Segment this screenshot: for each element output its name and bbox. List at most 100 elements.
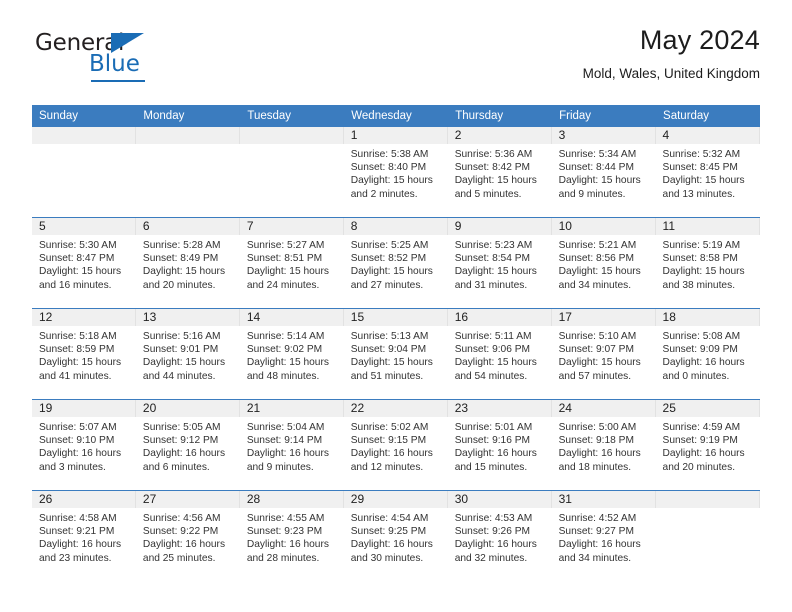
day-number: 30 [447, 491, 552, 508]
sunrise-text: Sunrise: 5:38 AM [350, 149, 429, 160]
calendar-day-cell[interactable]: 6 Sunrise: 5:28 AM Sunset: 8:49 PM Daylight… [135, 217, 240, 309]
sunset-text: Sunset: 8:49 PM [142, 253, 219, 265]
sunset-text: Sunset: 8:54 PM [454, 253, 531, 265]
day-cell-inner: 22 Sunrise: 5:02 AM Sunset: 9:15 PM Dayligh… [343, 400, 448, 490]
calendar-day-cell[interactable]: 14 Sunrise: 5:14 AM Sunset: 9:02 PM Dayligh… [239, 308, 344, 400]
calendar-day-cell[interactable]: 30 Sunrise: 4:53 AM Sunset: 9:26 PM Dayligh… [447, 490, 552, 581]
calendar-day-cell[interactable]: 20 Sunrise: 5:05 AM Sunset: 9:12 PM Dayligh… [135, 399, 240, 491]
calendar-day-cell[interactable]: 10 Sunrise: 5:21 AM Sunset: 8:56 PM Dayligh… [551, 217, 656, 309]
day-cell-inner: 25 Sunrise: 4:59 AM Sunset: 9:19 PM Dayligh… [655, 400, 760, 490]
calendar-day-cell[interactable]: 26 Sunrise: 4:58 AM Sunset: 9:21 PM Dayligh… [32, 490, 136, 581]
sunset-text: Sunset: 9:18 PM [558, 435, 634, 447]
calendar-day-cell[interactable]: 16 Sunrise: 5:11 AM Sunset: 9:06 PM Dayligh… [447, 308, 552, 400]
daylight-text: Daylight: 16 hours and 9 minutes. [246, 448, 329, 473]
day-cell-inner: 27 Sunrise: 4:56 AM Sunset: 9:22 PM Dayligh… [135, 491, 240, 581]
triangle-icon [111, 33, 144, 53]
day-cell-inner: 13 Sunrise: 5:16 AM Sunset: 9:01 PM Dayligh… [135, 309, 240, 399]
daylight-text: Daylight: 15 hours and 13 minutes. [662, 175, 745, 200]
sunset-text: Sunset: 9:12 PM [142, 435, 219, 447]
day-details: Sunrise: 4:59 AM Sunset: 9:19 PM Daylight:… [656, 417, 760, 474]
day-number: 9 [447, 218, 552, 235]
day-number: 12 [32, 309, 136, 326]
sunrise-text: Sunrise: 5:25 AM [350, 240, 429, 251]
day-number: 19 [32, 400, 136, 417]
calendar-day-cell[interactable]: 7 Sunrise: 5:27 AM Sunset: 8:51 PM Daylight… [239, 217, 344, 309]
sunset-text: Sunset: 8:59 PM [39, 344, 115, 356]
sunset-text: Sunset: 9:14 PM [246, 435, 323, 447]
sunrise-text: Sunrise: 5:11 AM [454, 331, 532, 342]
calendar-day-cell[interactable]: 27 Sunrise: 4:56 AM Sunset: 9:22 PM Dayligh… [135, 490, 240, 581]
calendar-day-cell[interactable]: 29 Sunrise: 4:54 AM Sunset: 9:25 PM Dayligh… [343, 490, 448, 581]
day-cell-inner: 26 Sunrise: 4:58 AM Sunset: 9:21 PM Dayligh… [32, 491, 136, 581]
day-cell-inner: 10 Sunrise: 5:21 AM Sunset: 8:56 PM Dayligh… [551, 218, 656, 308]
daylight-text: Daylight: 15 hours and 41 minutes. [39, 357, 122, 382]
calendar-day-cell[interactable]: 12 Sunrise: 5:18 AM Sunset: 8:59 PM Dayligh… [32, 308, 136, 400]
day-details: Sunrise: 5:08 AM Sunset: 9:09 PM Daylight:… [656, 326, 760, 383]
daylight-text: Daylight: 16 hours and 32 minutes. [454, 539, 537, 564]
calendar-day-cell[interactable]: 31 Sunrise: 4:52 AM Sunset: 9:27 PM Dayligh… [551, 490, 656, 581]
day-details: Sunrise: 5:23 AM Sunset: 8:54 PM Daylight:… [448, 235, 552, 292]
logo-word-blue: Blue [89, 51, 140, 77]
calendar-day-cell[interactable]: 2 Sunrise: 5:36 AM Sunset: 8:42 PM Daylight… [447, 127, 552, 218]
daylight-text: Daylight: 16 hours and 30 minutes. [350, 539, 433, 564]
sunset-text: Sunset: 9:22 PM [142, 526, 219, 538]
sunrise-text: Sunrise: 4:58 AM [39, 513, 117, 524]
sunset-text: Sunset: 9:01 PM [142, 344, 219, 356]
sunrise-text: Sunrise: 4:53 AM [454, 513, 533, 524]
general-blue-logo[interactable]: General Blue [32, 32, 212, 92]
calendar-day-cell[interactable]: 21 Sunrise: 5:04 AM Sunset: 9:14 PM Dayligh… [239, 399, 344, 491]
day-details: Sunrise: 5:16 AM Sunset: 9:01 PM Daylight:… [136, 326, 240, 383]
sunset-text: Sunset: 9:15 PM [350, 435, 427, 447]
calendar-day-cell[interactable]: 19 Sunrise: 5:07 AM Sunset: 9:10 PM Dayligh… [32, 399, 136, 491]
sunset-text: Sunset: 9:21 PM [39, 526, 115, 538]
calendar-day-cell[interactable]: 17 Sunrise: 5:10 AM Sunset: 9:07 PM Dayligh… [551, 308, 656, 400]
sunset-text: Sunset: 9:06 PM [454, 344, 531, 356]
daylight-text: Daylight: 15 hours and 9 minutes. [558, 175, 641, 200]
day-cell-inner [655, 491, 760, 581]
day-number: 15 [343, 309, 448, 326]
sunset-text: Sunset: 9:19 PM [662, 435, 738, 447]
day-details: Sunrise: 5:27 AM Sunset: 8:51 PM Daylight:… [240, 235, 344, 292]
page-header: General Blue May 2024 Mold, Wales, Unite… [32, 25, 760, 98]
calendar-day-cell[interactable]: 8 Sunrise: 5:25 AM Sunset: 8:52 PM Daylight… [343, 217, 448, 309]
calendar-day-cell[interactable]: 15 Sunrise: 5:13 AM Sunset: 9:04 PM Dayligh… [343, 308, 448, 400]
day-details: Sunrise: 5:07 AM Sunset: 9:10 PM Daylight:… [32, 417, 136, 474]
sunset-text: Sunset: 9:10 PM [39, 435, 115, 447]
sunrise-text: Sunrise: 5:18 AM [39, 331, 117, 342]
calendar-day-cell[interactable]: 23 Sunrise: 5:01 AM Sunset: 9:16 PM Dayligh… [447, 399, 552, 491]
calendar-day-cell[interactable]: 9 Sunrise: 5:23 AM Sunset: 8:54 PM Daylight… [447, 217, 552, 309]
daylight-text: Daylight: 15 hours and 16 minutes. [39, 266, 122, 291]
day-details: Sunrise: 5:04 AM Sunset: 9:14 PM Daylight:… [240, 417, 344, 474]
daylight-text: Daylight: 16 hours and 12 minutes. [350, 448, 433, 473]
calendar-day-cell[interactable]: 22 Sunrise: 5:02 AM Sunset: 9:15 PM Dayligh… [343, 399, 448, 491]
sunrise-text: Sunrise: 5:14 AM [246, 331, 325, 342]
daylight-text: Daylight: 16 hours and 6 minutes. [142, 448, 226, 473]
sunset-text: Sunset: 9:02 PM [246, 344, 323, 356]
day-number: 3 [551, 127, 656, 144]
calendar-day-cell[interactable]: 18 Sunrise: 5:08 AM Sunset: 9:09 PM Dayligh… [655, 308, 760, 400]
day-number: 26 [32, 491, 136, 508]
calendar-day-cell[interactable]: 3 Sunrise: 5:34 AM Sunset: 8:44 PM Daylight… [551, 127, 656, 218]
day-details: Sunrise: 4:55 AM Sunset: 9:23 PM Daylight:… [240, 508, 344, 565]
day-number: 22 [343, 400, 448, 417]
day-number [32, 127, 136, 144]
day-details: Sunrise: 4:53 AM Sunset: 9:26 PM Daylight:… [448, 508, 552, 565]
sunset-text: Sunset: 8:40 PM [350, 162, 427, 174]
calendar-day-cell[interactable]: 1 Sunrise: 5:38 AM Sunset: 8:40 PM Daylight… [343, 127, 448, 218]
calendar-day-cell[interactable]: 24 Sunrise: 5:00 AM Sunset: 9:18 PM Dayligh… [551, 399, 656, 491]
daylight-text: Daylight: 16 hours and 3 minutes. [39, 448, 122, 473]
sunset-text: Sunset: 8:51 PM [246, 253, 323, 265]
sunset-text: Sunset: 8:42 PM [454, 162, 531, 174]
calendar-day-cell[interactable]: 28 Sunrise: 4:55 AM Sunset: 9:23 PM Dayligh… [239, 490, 344, 581]
day-cell-inner: 30 Sunrise: 4:53 AM Sunset: 9:26 PM Dayligh… [447, 491, 552, 581]
day-details: Sunrise: 5:02 AM Sunset: 9:15 PM Daylight:… [344, 417, 448, 474]
calendar-day-cell[interactable]: 5 Sunrise: 5:30 AM Sunset: 8:47 PM Daylight… [32, 217, 136, 309]
weekday-header-tuesday: Tuesday [239, 105, 345, 127]
day-details: Sunrise: 4:58 AM Sunset: 9:21 PM Daylight:… [32, 508, 136, 565]
calendar-day-cell[interactable]: 13 Sunrise: 5:16 AM Sunset: 9:01 PM Dayligh… [135, 308, 240, 400]
calendar-day-cell[interactable]: 4 Sunrise: 5:32 AM Sunset: 8:45 PM Daylight… [655, 127, 760, 218]
day-number: 7 [239, 218, 344, 235]
calendar-day-cell[interactable]: 25 Sunrise: 4:59 AM Sunset: 9:19 PM Dayligh… [655, 399, 760, 491]
calendar-day-cell[interactable]: 11 Sunrise: 5:19 AM Sunset: 8:58 PM Dayligh… [655, 217, 760, 309]
location-subtitle: Mold, Wales, United Kingdom [582, 65, 760, 81]
